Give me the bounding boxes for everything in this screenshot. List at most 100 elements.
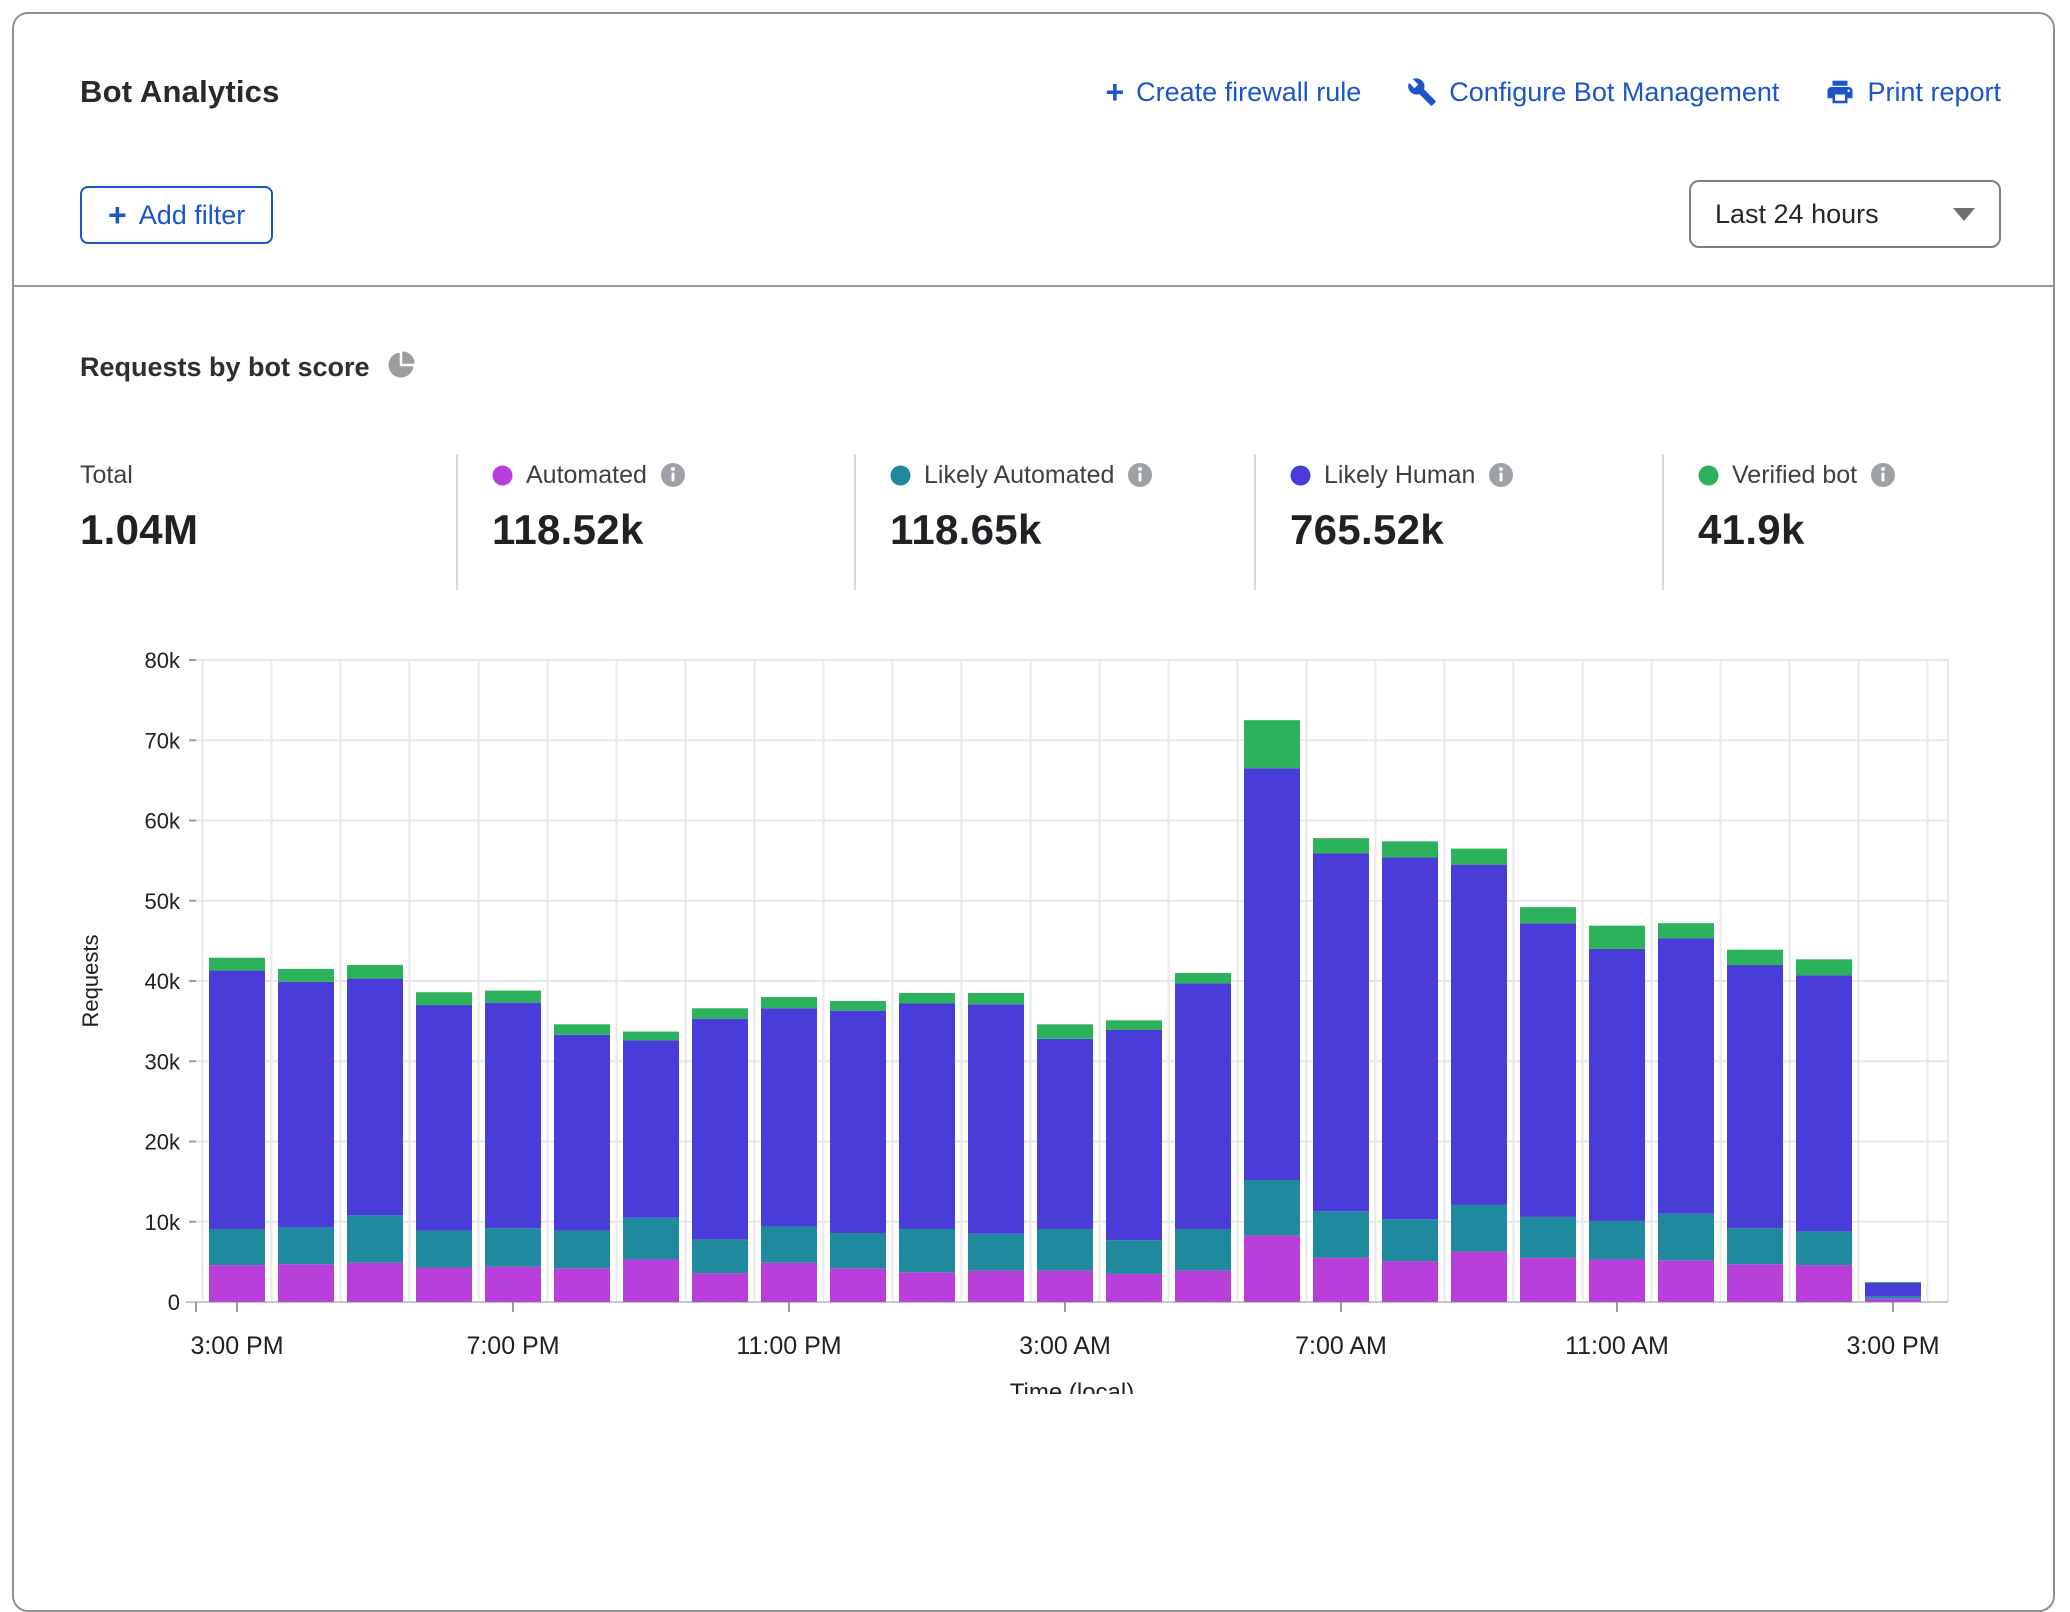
bar-segment[interactable] xyxy=(1037,1039,1093,1229)
configure-bot-management-link[interactable]: Configure Bot Management xyxy=(1407,77,1779,108)
bar-segment[interactable] xyxy=(347,1263,403,1302)
time-range-dropdown[interactable]: Last 24 hours xyxy=(1689,180,2001,248)
bar-segment[interactable] xyxy=(899,1229,955,1272)
bar-segment[interactable] xyxy=(968,1234,1024,1271)
bar-segment[interactable] xyxy=(1106,1240,1162,1274)
bar-segment[interactable] xyxy=(692,1019,748,1240)
bar-segment[interactable] xyxy=(1451,1251,1507,1302)
bar-segment[interactable] xyxy=(761,1227,817,1263)
info-icon[interactable] xyxy=(1870,462,1896,488)
bar-segment[interactable] xyxy=(899,1272,955,1302)
bar-segment[interactable] xyxy=(1520,923,1576,1217)
bar-segment[interactable] xyxy=(1382,1261,1438,1302)
bar-segment[interactable] xyxy=(692,1008,748,1018)
bar-segment[interactable] xyxy=(830,1233,886,1268)
bar-segment[interactable] xyxy=(1658,923,1714,938)
bar-segment[interactable] xyxy=(1451,849,1507,865)
bar-segment[interactable] xyxy=(1727,965,1783,1228)
bar-segment[interactable] xyxy=(209,1265,265,1302)
bar-segment[interactable] xyxy=(623,1040,679,1217)
info-icon[interactable] xyxy=(660,462,686,488)
bar-segment[interactable] xyxy=(416,1005,472,1231)
bar-segment[interactable] xyxy=(1451,865,1507,1205)
create-firewall-rule-link[interactable]: + Create firewall rule xyxy=(1105,76,1361,108)
add-filter-button[interactable]: + Add filter xyxy=(80,186,273,244)
bar-segment[interactable] xyxy=(1727,1228,1783,1264)
bar-segment[interactable] xyxy=(1520,907,1576,923)
bar-segment[interactable] xyxy=(1589,926,1645,949)
bar-segment[interactable] xyxy=(416,992,472,1005)
bar-segment[interactable] xyxy=(692,1273,748,1302)
bar-segment[interactable] xyxy=(1313,1258,1369,1302)
bar-segment[interactable] xyxy=(1520,1258,1576,1302)
bar-segment[interactable] xyxy=(347,979,403,1216)
bar-segment[interactable] xyxy=(278,1227,334,1264)
bar-segment[interactable] xyxy=(554,1035,610,1231)
bar-segment[interactable] xyxy=(761,1263,817,1302)
bar-segment[interactable] xyxy=(485,991,541,1003)
bar-segment[interactable] xyxy=(1865,1282,1921,1283)
bar-segment[interactable] xyxy=(209,958,265,971)
bar-segment[interactable] xyxy=(1175,983,1231,1229)
bar-segment[interactable] xyxy=(968,993,1024,1004)
bar-segment[interactable] xyxy=(1382,857,1438,1219)
bar-segment[interactable] xyxy=(1451,1205,1507,1252)
bar-segment[interactable] xyxy=(1796,1231,1852,1265)
bar-segment[interactable] xyxy=(968,1004,1024,1234)
bar-segment[interactable] xyxy=(554,1024,610,1034)
bar-segment[interactable] xyxy=(1796,1265,1852,1302)
bar-segment[interactable] xyxy=(1106,1020,1162,1030)
bar-segment[interactable] xyxy=(1313,838,1369,853)
bar-segment[interactable] xyxy=(692,1239,748,1273)
bar-segment[interactable] xyxy=(623,1218,679,1260)
bar-segment[interactable] xyxy=(1796,959,1852,975)
bar-segment[interactable] xyxy=(761,997,817,1008)
bar-segment[interactable] xyxy=(1865,1296,1921,1298)
bar-segment[interactable] xyxy=(278,982,334,1228)
bar-segment[interactable] xyxy=(1244,1180,1300,1235)
bar-segment[interactable] xyxy=(968,1271,1024,1302)
bar-segment[interactable] xyxy=(1589,949,1645,1221)
bar-segment[interactable] xyxy=(554,1231,610,1269)
bar-segment[interactable] xyxy=(1244,768,1300,1180)
bar-segment[interactable] xyxy=(623,1032,679,1041)
requests-by-bot-score-chart[interactable]: 010k20k30k40k50k60k70k80k3:00 PM7:00 PM1… xyxy=(0,634,2070,1394)
bar-segment[interactable] xyxy=(1865,1299,1921,1302)
bar-segment[interactable] xyxy=(1727,950,1783,965)
bar-segment[interactable] xyxy=(485,1228,541,1267)
print-report-link[interactable]: Print report xyxy=(1825,77,2001,108)
bar-segment[interactable] xyxy=(1589,1221,1645,1260)
bar-segment[interactable] xyxy=(899,993,955,1003)
bar-segment[interactable] xyxy=(1313,853,1369,1211)
bar-segment[interactable] xyxy=(1658,1214,1714,1261)
bar-segment[interactable] xyxy=(1106,1030,1162,1240)
bar-segment[interactable] xyxy=(1175,973,1231,983)
bar-segment[interactable] xyxy=(1865,1283,1921,1297)
bar-segment[interactable] xyxy=(1382,841,1438,857)
info-icon[interactable] xyxy=(1488,462,1514,488)
bar-segment[interactable] xyxy=(1796,975,1852,1231)
bar-segment[interactable] xyxy=(347,965,403,979)
bar-segment[interactable] xyxy=(209,971,265,1229)
bar-segment[interactable] xyxy=(830,1001,886,1011)
bar-segment[interactable] xyxy=(1520,1217,1576,1258)
bar-segment[interactable] xyxy=(1589,1259,1645,1302)
bar-segment[interactable] xyxy=(1658,938,1714,1213)
bar-segment[interactable] xyxy=(830,1268,886,1302)
bar-segment[interactable] xyxy=(830,1011,886,1233)
bar-segment[interactable] xyxy=(1175,1229,1231,1271)
info-icon[interactable] xyxy=(1127,462,1153,488)
bar-segment[interactable] xyxy=(899,1003,955,1229)
bar-segment[interactable] xyxy=(554,1268,610,1302)
bar-segment[interactable] xyxy=(485,1267,541,1302)
bar-segment[interactable] xyxy=(416,1267,472,1302)
bar-segment[interactable] xyxy=(278,1264,334,1302)
bar-segment[interactable] xyxy=(1313,1211,1369,1258)
bar-segment[interactable] xyxy=(347,1215,403,1262)
bar-segment[interactable] xyxy=(1244,720,1300,768)
bar-segment[interactable] xyxy=(278,969,334,982)
bar-segment[interactable] xyxy=(623,1259,679,1302)
bar-segment[interactable] xyxy=(1175,1271,1231,1302)
bar-segment[interactable] xyxy=(1244,1235,1300,1302)
bar-segment[interactable] xyxy=(1382,1219,1438,1261)
